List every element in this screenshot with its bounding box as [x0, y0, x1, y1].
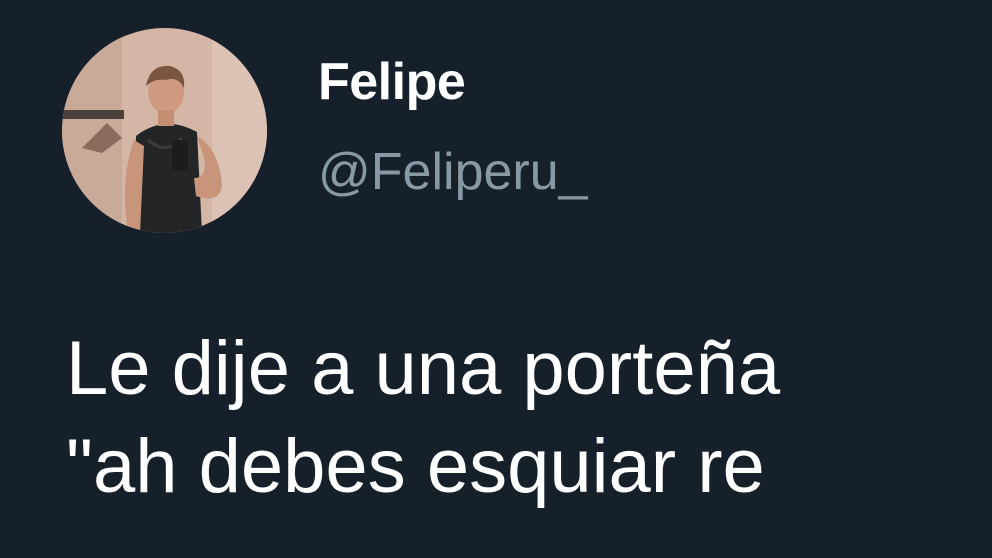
author-display-name[interactable]: Felipe	[318, 56, 466, 108]
tweet-text: Le dije a una porteña "ah debes esquiar …	[66, 320, 992, 516]
tweet-text-line: "ah debes esquiar re	[66, 424, 765, 509]
profile-photo-icon	[62, 28, 267, 233]
author-avatar[interactable]	[62, 28, 267, 233]
author-handle[interactable]: @Feliperu_	[318, 146, 588, 198]
tweet-text-line: Le dije a una porteña	[66, 326, 781, 411]
